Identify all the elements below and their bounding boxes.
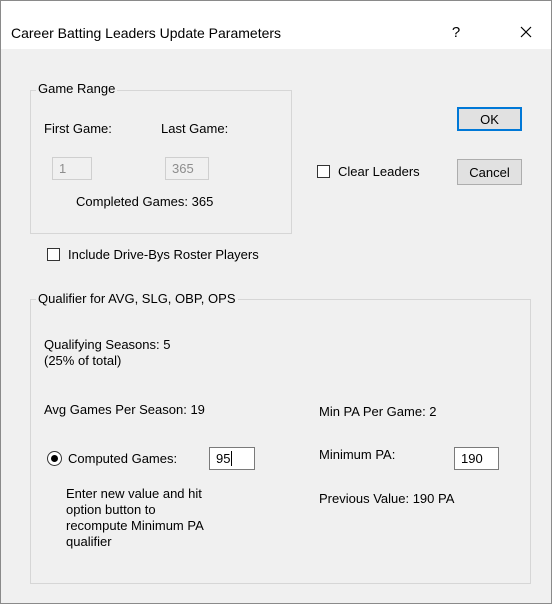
text-caret: [231, 451, 233, 466]
minimum-pa-input[interactable]: 190: [454, 447, 499, 470]
qualifying-seasons-text: Qualifying Seasons: 5: [44, 337, 171, 352]
help-button[interactable]: ?: [441, 19, 471, 45]
previous-value-text: Previous Value: 190 PA: [319, 491, 455, 506]
computed-games-input[interactable]: 95: [209, 447, 255, 470]
completed-games-text: Completed Games: 365: [76, 194, 214, 209]
percent-total-text: (25% of total): [44, 353, 122, 368]
minimum-pa-value: 190: [461, 451, 483, 466]
help-text-line3: recompute Minimum PA: [66, 518, 204, 533]
radio-selected-dot: [51, 455, 58, 462]
clear-leaders-checkbox[interactable]: [317, 165, 330, 178]
ok-label: OK: [480, 111, 499, 127]
avg-games-text: Avg Games Per Season: 19: [44, 402, 205, 417]
clear-leaders-label[interactable]: Clear Leaders: [338, 164, 420, 179]
computed-games-radio[interactable]: [47, 451, 62, 466]
include-driveby-label[interactable]: Include Drive-Bys Roster Players: [68, 247, 259, 262]
include-driveby-checkbox[interactable]: [47, 248, 60, 261]
computed-games-label[interactable]: Computed Games:: [68, 451, 177, 466]
minimum-pa-label: Minimum PA:: [319, 447, 396, 462]
min-pa-per-game-text: Min PA Per Game: 2: [319, 404, 437, 419]
qualifier-legend: Qualifier for AVG, SLG, OBP, OPS: [36, 291, 238, 306]
last-game-label: Last Game:: [161, 121, 229, 136]
help-icon: ?: [451, 23, 461, 41]
dialog-window: Career Batting Leaders Update Parameters…: [0, 0, 552, 604]
help-text-line1: Enter new value and hit: [66, 486, 202, 501]
cancel-label: Cancel: [469, 164, 510, 180]
close-button[interactable]: [511, 19, 541, 45]
help-text-line4: qualifier: [66, 534, 112, 549]
help-text-line2: option button to: [66, 502, 156, 517]
last-game-input[interactable]: 365: [165, 157, 209, 180]
last-game-value: 365: [172, 161, 194, 176]
close-icon: [520, 26, 532, 38]
computed-games-value: 95: [216, 451, 231, 466]
ok-button[interactable]: OK: [457, 107, 522, 131]
window-title: Career Batting Leaders Update Parameters: [11, 25, 282, 41]
first-game-label: First Game:: [44, 121, 112, 136]
first-game-value: 1: [59, 161, 67, 176]
cancel-button[interactable]: Cancel: [457, 159, 522, 185]
first-game-input[interactable]: 1: [52, 157, 92, 180]
title-bar: Career Batting Leaders Update Parameters…: [1, 1, 551, 49]
game-range-legend: Game Range: [36, 81, 118, 96]
